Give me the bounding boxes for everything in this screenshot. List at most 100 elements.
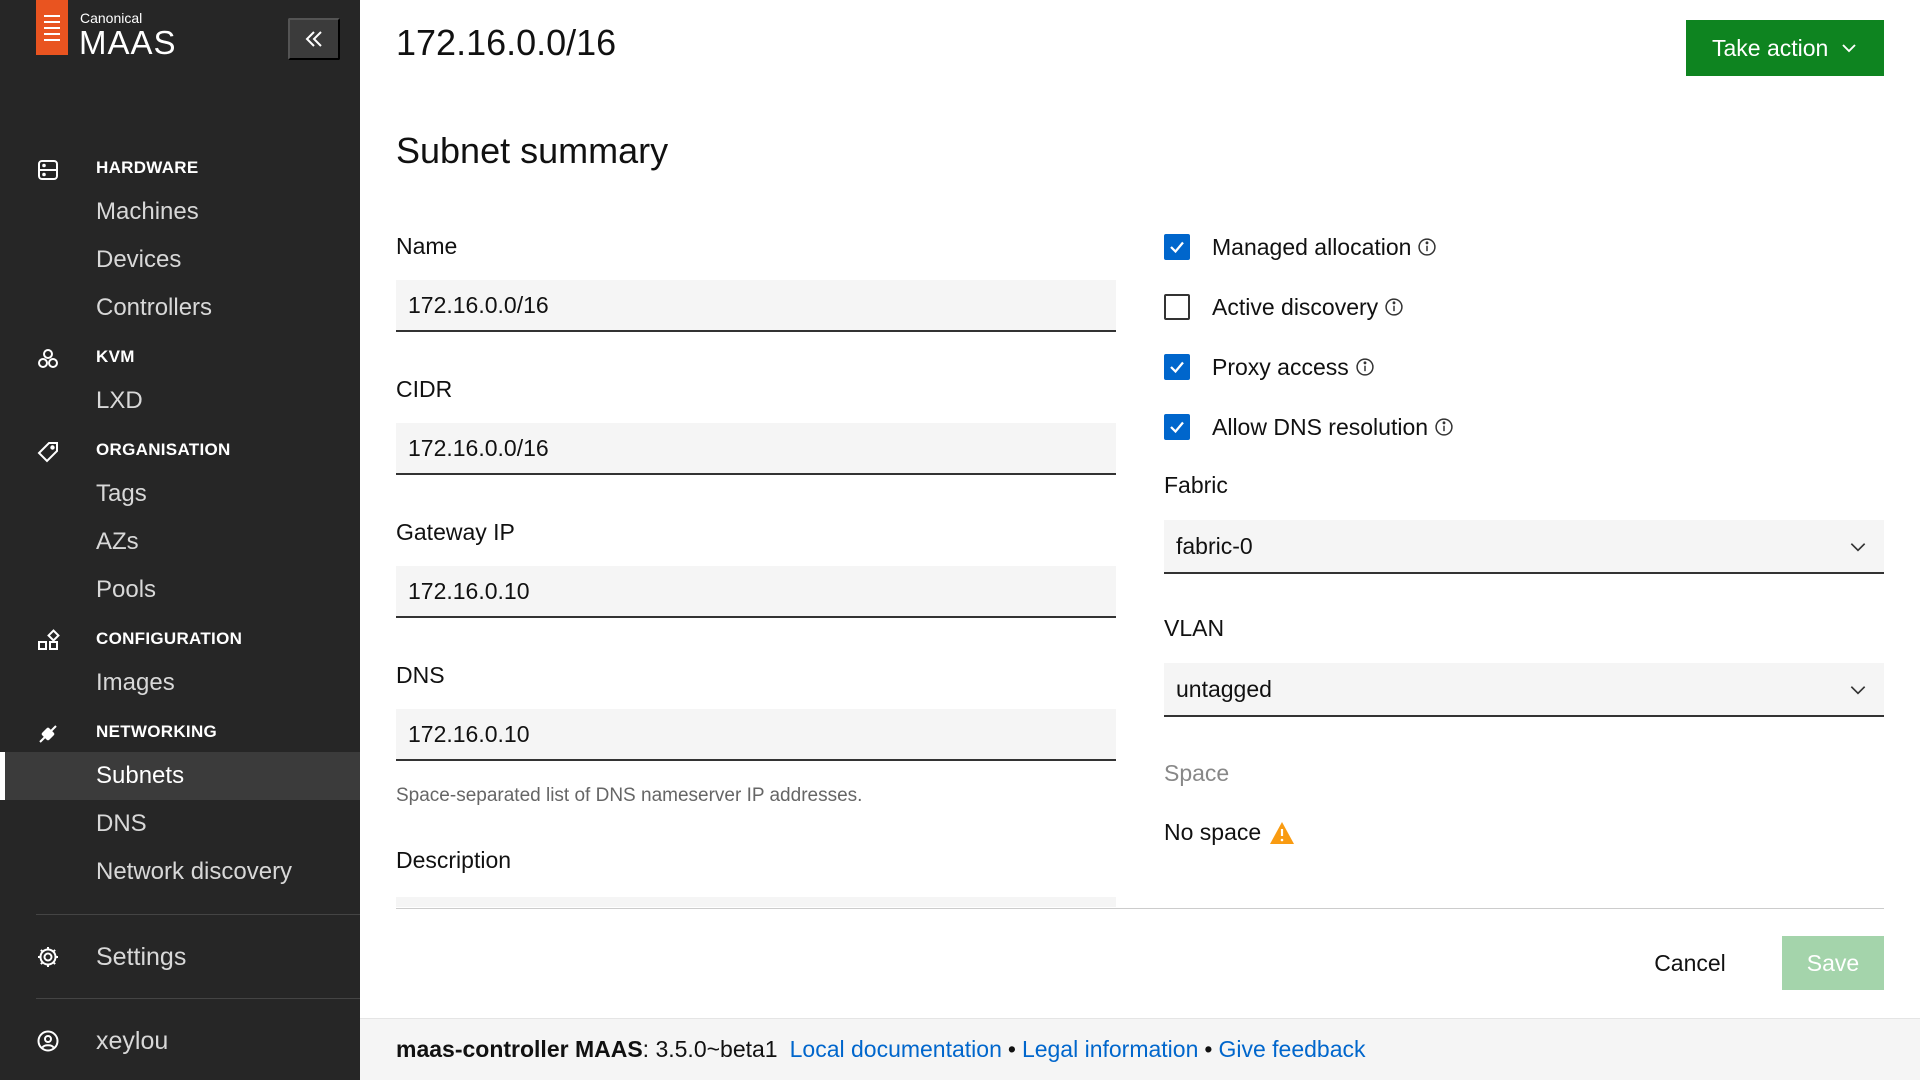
sidebar-item-dns[interactable]: DNS [0, 800, 360, 848]
footer-controller: maas-controller MAAS [396, 1036, 643, 1062]
info-icon[interactable] [1384, 297, 1404, 317]
info-icon[interactable] [1355, 357, 1375, 377]
space-value: No space [1164, 819, 1295, 846]
dns-field[interactable] [396, 709, 1116, 761]
sidebar-item-controllers[interactable]: Controllers [0, 284, 360, 332]
checkmark-icon [1170, 241, 1184, 254]
sidebar-item-pools[interactable]: Pools [0, 566, 360, 614]
chevron-down-icon [1850, 543, 1866, 552]
space-value-text: No space [1164, 819, 1262, 845]
allow-dns-resolution-checkbox[interactable] [1164, 414, 1190, 440]
fabric-selected-value: fabric-0 [1176, 532, 1253, 559]
nav-heading-hardware: HARDWARE [0, 148, 360, 188]
space-label: Space [1164, 760, 1230, 786]
warning-icon [1270, 821, 1295, 844]
nav-heading-networking: NETWORKING [0, 712, 360, 752]
config-icon [38, 629, 60, 650]
info-icon[interactable] [1434, 417, 1454, 437]
cancel-button[interactable]: Cancel [1630, 936, 1750, 990]
sidebar-item-settings[interactable]: Settings [0, 933, 360, 981]
section-title: Subnet summary [396, 130, 669, 171]
active-discovery-label: Active discovery [1212, 293, 1379, 320]
fabric-label: Fabric [1164, 472, 1228, 498]
checkmark-icon [1170, 421, 1184, 434]
main-content: 172.16.0.0/16 Take action Subnet summary… [360, 0, 1920, 1080]
sidebar-item-lxd[interactable]: LXD [0, 377, 360, 425]
sidebar-item-devices[interactable]: Devices [0, 236, 360, 284]
sidebar: Canonical MAAS HARDWARE Machines Devices… [0, 0, 360, 1080]
network-icon [39, 725, 57, 743]
page-title: 172.16.0.0/16 [396, 22, 617, 63]
vlan-label: VLAN [1164, 615, 1225, 641]
info-icon[interactable] [1417, 237, 1437, 257]
vlan-selected-value: untagged [1176, 675, 1272, 702]
allow-dns-resolution-checkbox-row[interactable]: Allow DNS resolution [1164, 412, 1454, 442]
user-icon [37, 1030, 59, 1052]
double-chevron-left-icon [305, 31, 322, 47]
nav-heading-configuration: CONFIGURATION [0, 619, 360, 659]
vlan-select[interactable]: untagged [1164, 663, 1884, 717]
nav-heading-organisation: ORGANISATION [0, 430, 360, 470]
managed-allocation-label: Managed allocation [1212, 233, 1412, 260]
name-field[interactable] [396, 280, 1116, 332]
gateway-ip-field[interactable] [396, 566, 1116, 618]
nav-heading-label: NETWORKING [96, 722, 218, 741]
managed-allocation-checkbox-row[interactable]: Managed allocation [1164, 232, 1437, 262]
sidebar-item-azs[interactable]: AZs [0, 518, 360, 566]
allow-dns-resolution-label: Allow DNS resolution [1212, 413, 1429, 440]
description-label: Description [396, 847, 512, 873]
name-label: Name [396, 233, 458, 259]
footer-version: : 3.5.0~beta1 [642, 1036, 778, 1062]
cidr-label: CIDR [396, 376, 453, 402]
proxy-access-checkbox[interactable] [1164, 354, 1190, 380]
gear-icon [38, 947, 58, 967]
managed-allocation-checkbox[interactable] [1164, 234, 1190, 260]
proxy-access-label: Proxy access [1212, 353, 1349, 380]
nav-heading-kvm: KVM [0, 337, 360, 377]
sidebar-divider [36, 998, 360, 999]
nav-group-kvm: KVM LXD [0, 337, 360, 425]
dns-help-text: Space-separated list of DNS nameserver I… [396, 785, 863, 806]
sidebar-item-user[interactable]: xeylou [0, 1017, 360, 1065]
collapse-sidebar-button[interactable] [288, 18, 340, 60]
footer-separator: • [1204, 1036, 1213, 1062]
sidebar-item-tags[interactable]: Tags [0, 470, 360, 518]
nav-heading-label: CONFIGURATION [96, 629, 243, 648]
legal-information-link[interactable]: Legal information [1022, 1036, 1198, 1063]
take-action-label: Take action [1712, 34, 1829, 61]
description-field[interactable] [396, 897, 1116, 907]
nav-group-configuration: CONFIGURATION Images [0, 619, 360, 707]
nav-group-networking: NETWORKING Subnets DNS Network discovery [0, 712, 360, 896]
footer-separator: • [1007, 1036, 1016, 1062]
checkmark-icon [1170, 361, 1184, 374]
footer: maas-controller MAAS : 3.5.0~beta1 Local… [360, 1018, 1920, 1080]
settings-label: Settings [96, 942, 187, 971]
cluster-icon [38, 349, 58, 368]
maas-logo-icon[interactable] [36, 0, 68, 55]
sidebar-item-subnets[interactable]: Subnets [0, 752, 360, 800]
brand-name[interactable]: MAAS [79, 24, 177, 62]
take-action-button[interactable]: Take action [1686, 20, 1884, 76]
gateway-ip-label: Gateway IP [396, 519, 515, 545]
proxy-access-checkbox-row[interactable]: Proxy access [1164, 352, 1375, 382]
sidebar-item-images[interactable]: Images [0, 659, 360, 707]
fabric-select[interactable]: fabric-0 [1164, 520, 1884, 574]
form-divider [396, 908, 1884, 909]
nav-heading-label: HARDWARE [96, 158, 199, 177]
save-button[interactable]: Save [1782, 936, 1884, 990]
tag-icon [37, 442, 58, 463]
active-discovery-checkbox-row[interactable]: Active discovery [1164, 292, 1404, 322]
nav-heading-label: KVM [96, 347, 135, 366]
chevron-down-icon [1850, 686, 1866, 695]
sidebar-item-network-discovery[interactable]: Network discovery [0, 848, 360, 896]
give-feedback-link[interactable]: Give feedback [1218, 1036, 1365, 1063]
user-label: xeylou [96, 1026, 169, 1055]
server-icon [38, 160, 58, 180]
sidebar-item-machines[interactable]: Machines [0, 188, 360, 236]
chevron-down-icon [1842, 44, 1857, 53]
active-discovery-checkbox[interactable] [1164, 294, 1190, 320]
cidr-field[interactable] [396, 423, 1116, 475]
nav-group-organisation: ORGANISATION Tags AZs Pools [0, 430, 360, 614]
sidebar-divider [36, 914, 360, 915]
local-documentation-link[interactable]: Local documentation [790, 1036, 1002, 1063]
